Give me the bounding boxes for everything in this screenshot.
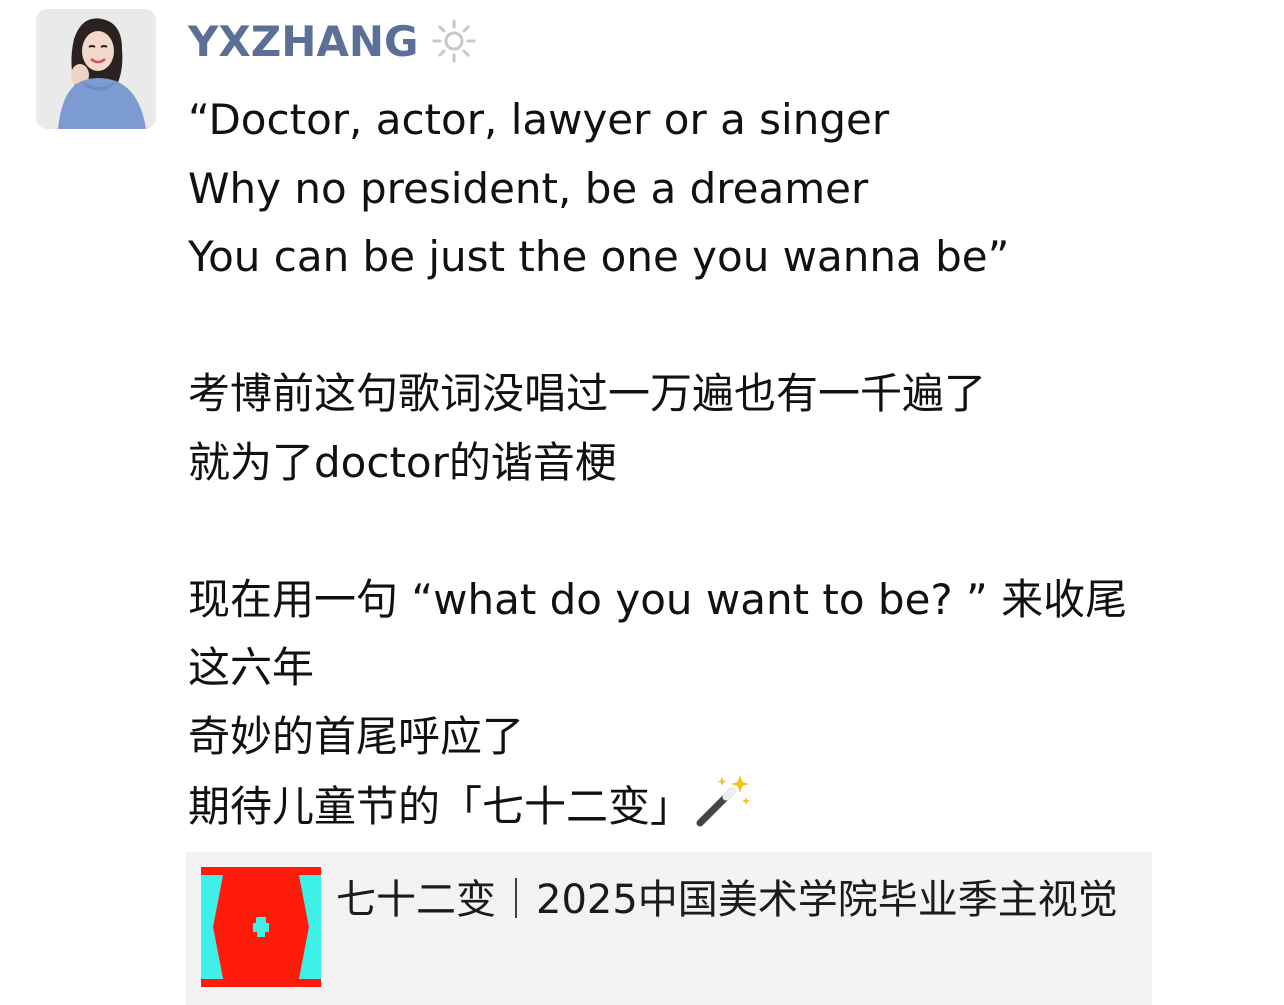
- link-card[interactable]: 七十二变｜2025中国美术学院毕业季主视觉: [186, 852, 1152, 1005]
- magic-wand-icon: [692, 771, 754, 831]
- post-line: Why no president, be a dreamer: [188, 163, 869, 213]
- post-header: YXZHANG: [188, 12, 477, 70]
- post-line: 这六年: [188, 643, 315, 692]
- post-line: You can be just the one you wanna be”: [188, 232, 1010, 281]
- post-body: “Doctor, actor, lawyer or a singer Why n…: [188, 86, 1258, 840]
- post-line-last: 期待儿童节的「七十二变」: [188, 771, 1258, 840]
- link-title: 七十二变｜2025中国美术学院毕业季主视觉: [336, 877, 1118, 923]
- post-line: 现在用一句 “what do you want to be? ” 来收尾: [188, 574, 1128, 624]
- username[interactable]: YXZHANG: [188, 17, 419, 66]
- post-line: “Doctor, actor, lawyer or a singer: [188, 95, 890, 144]
- post-line-text: 期待儿童节的「七十二变」: [188, 782, 693, 831]
- sun-icon: [431, 18, 477, 64]
- post-line: 考博前这句歌词没唱过一万遍也有一千遍了: [188, 369, 987, 418]
- avatar-image: [36, 9, 156, 129]
- link-thumbnail: [201, 867, 321, 987]
- post-line: 就为了doctor的谐音梗: [188, 437, 617, 487]
- avatar[interactable]: [36, 9, 156, 129]
- post-line: 奇妙的首尾呼应了: [188, 711, 525, 761]
